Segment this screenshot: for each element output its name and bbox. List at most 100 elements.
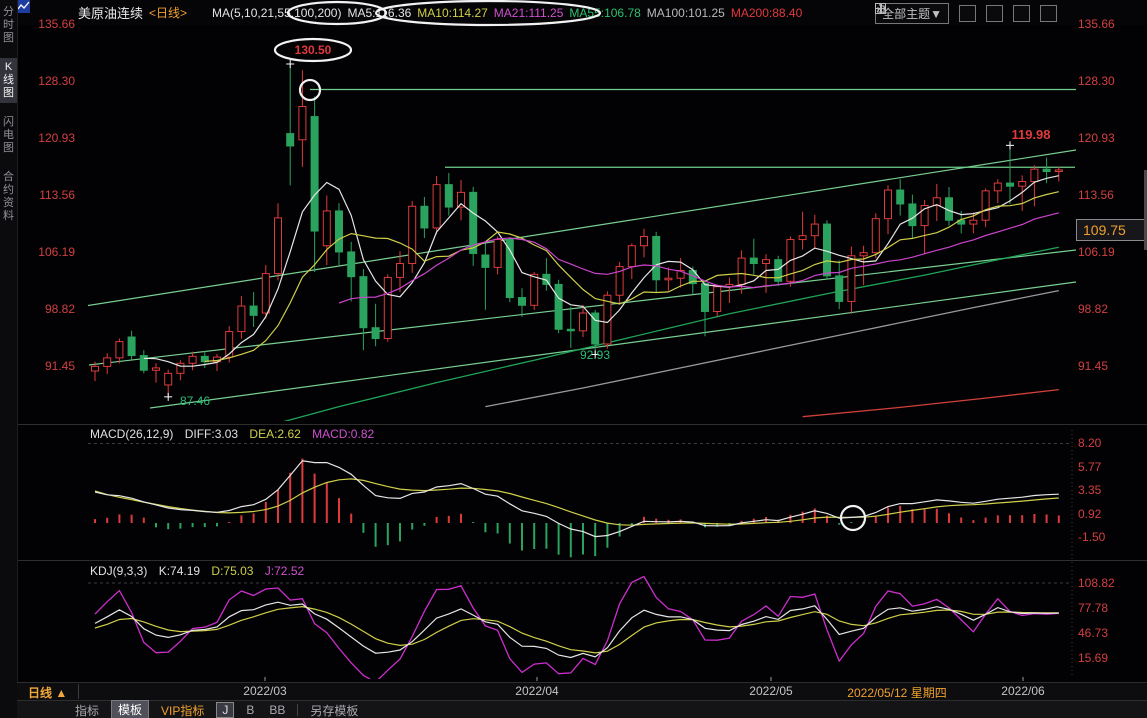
candle-body: [531, 274, 538, 305]
candle-body: [92, 366, 99, 371]
date-tick: 2022/04: [515, 684, 558, 698]
tab-j[interactable]: J: [216, 702, 234, 718]
y-axis-zoom-icon[interactable]: [986, 5, 1003, 22]
tab-bb[interactable]: BB: [266, 703, 288, 717]
symbol-title: 美原油连续: [78, 3, 143, 22]
price-axis-label-left: 113.56: [15, 188, 75, 202]
price-axis-label-left: 98.82: [15, 302, 75, 316]
price-axis-label-right: 91.45: [1078, 359, 1108, 373]
shift-right-icon[interactable]: [1040, 5, 1057, 22]
kdj-params: KDJ(9,3,3): [90, 564, 147, 578]
candle-body: [189, 356, 196, 363]
candle-body: [665, 278, 672, 280]
candle-body: [872, 219, 879, 253]
candle-body: [653, 236, 660, 279]
macd-axis-label: 3.35: [1078, 483, 1101, 497]
macd-axis-label: 8.20: [1078, 436, 1101, 450]
candle-body: [811, 224, 818, 236]
candle-body: [836, 276, 843, 302]
tab-template[interactable]: 模板: [111, 700, 149, 718]
candle-body: [763, 260, 770, 264]
candle-body: [409, 206, 416, 263]
ma21-value: MA21:111.25: [494, 6, 564, 20]
indicator-line: [95, 577, 1059, 683]
main-price-panel[interactable]: 130.50119.9887.4692.93: [85, 43, 1076, 430]
x-axis-zoom-icon[interactable]: [1013, 5, 1030, 22]
candle-body: [299, 107, 306, 140]
candle-body: [238, 306, 245, 332]
candle-body: [1043, 169, 1050, 171]
tab-indicators[interactable]: 指标: [72, 702, 102, 718]
macd-panel[interactable]: [88, 444, 1070, 558]
kdj-axis-label: 46.73: [1078, 626, 1108, 640]
price-axis-label-right: 113.56: [1078, 188, 1114, 202]
app-window: 130.50119.9887.4692.93 分时图 K线图 闪电图 合约资料 …: [0, 0, 1147, 718]
sidebar-item-timeshare[interactable]: 分时图: [0, 3, 17, 48]
bottom-tabs-row: 指标 模板 VIP指标 J B BB 另存模板: [17, 700, 1147, 718]
candle-body: [519, 298, 526, 306]
candle-body: [360, 277, 367, 328]
period-label[interactable]: <日线>: [149, 4, 187, 21]
date-tick-highlighted: 2022/05/12 星期四: [847, 684, 946, 701]
kdj-axis-label: 77.78: [1078, 601, 1108, 615]
price-axis-label-right: 98.82: [1078, 302, 1108, 316]
period-selector[interactable]: 日线 ▲: [28, 684, 67, 701]
trendline: [150, 282, 1076, 408]
candle-body: [445, 185, 452, 207]
ma-settings-label: MA(5,10,21,55,100,200): [212, 6, 341, 20]
candle-body: [1031, 169, 1038, 181]
indicator-line: [95, 461, 1059, 537]
candle-body: [860, 253, 867, 256]
price-axis-label-left: 128.30: [15, 74, 75, 88]
candle-body: [714, 287, 721, 312]
price-axis-label-right: 135.66: [1078, 17, 1115, 31]
price-axis-label-right: 120.93: [1078, 131, 1115, 145]
kdj-j-value: J:72.52: [265, 564, 304, 578]
candle-body: [567, 329, 574, 331]
pan-move-icon[interactable]: [959, 5, 976, 22]
tab-b[interactable]: B: [243, 703, 257, 717]
candle-body: [287, 134, 294, 146]
price-axis-label-left: 106.19: [15, 245, 75, 259]
date-tick: 2022/06: [1001, 684, 1044, 698]
tab-save-template[interactable]: 另存模板: [307, 702, 361, 718]
macd-dea-value: DEA:2.62: [249, 427, 300, 441]
price-axis-label-right: 106.19: [1078, 245, 1115, 259]
candle-body: [824, 224, 831, 276]
kdj-d-value: D:75.03: [211, 564, 253, 578]
candle-body: [1007, 183, 1014, 186]
macd-bar-value: MACD:0.82: [312, 427, 374, 441]
toolbar: 美原油连续 <日线> MA(5,10,21,55,100,200) MA5:11…: [17, 0, 1147, 25]
candle-body: [433, 185, 440, 228]
kdj-k-value: K:74.19: [159, 564, 200, 578]
sidebar-item-kline[interactable]: K线图: [0, 58, 17, 103]
candle-body: [336, 211, 343, 252]
candle-body: [506, 240, 513, 298]
candle-body: [323, 211, 330, 246]
candle-body: [909, 204, 916, 226]
kdj-axis-label: 108.82: [1078, 576, 1115, 590]
trendline: [85, 150, 1076, 306]
sidebar-item-flash[interactable]: 闪电图: [0, 113, 17, 158]
sidebar-item-contract-info[interactable]: 合约资料: [0, 168, 17, 226]
macd-axis-label: -1.50: [1078, 530, 1105, 544]
kline-icon[interactable]: [193, 6, 206, 19]
macd-params: MACD(26,12,9): [90, 427, 173, 441]
chart-canvas[interactable]: 130.50119.9887.4692.93: [0, 0, 1147, 718]
price-axis-label-left: 91.45: [15, 359, 75, 373]
candle-body: [982, 191, 989, 220]
candle-body: [384, 277, 391, 338]
price-annotation: 87.46: [180, 394, 210, 408]
price-annotation: 130.50: [295, 43, 332, 57]
candle-body: [262, 274, 269, 313]
candle-body: [104, 358, 111, 367]
kdj-panel[interactable]: [88, 577, 1070, 683]
candle-body: [494, 240, 501, 268]
candle-body: [140, 356, 147, 371]
indicator-line: [95, 602, 1059, 657]
candle-body: [702, 284, 709, 312]
candle-body: [1019, 182, 1026, 187]
all-themes-button[interactable]: 全部主题▼: [875, 3, 949, 24]
tab-vip-indicators[interactable]: VIP指标: [158, 702, 207, 718]
candle-body: [885, 190, 892, 219]
